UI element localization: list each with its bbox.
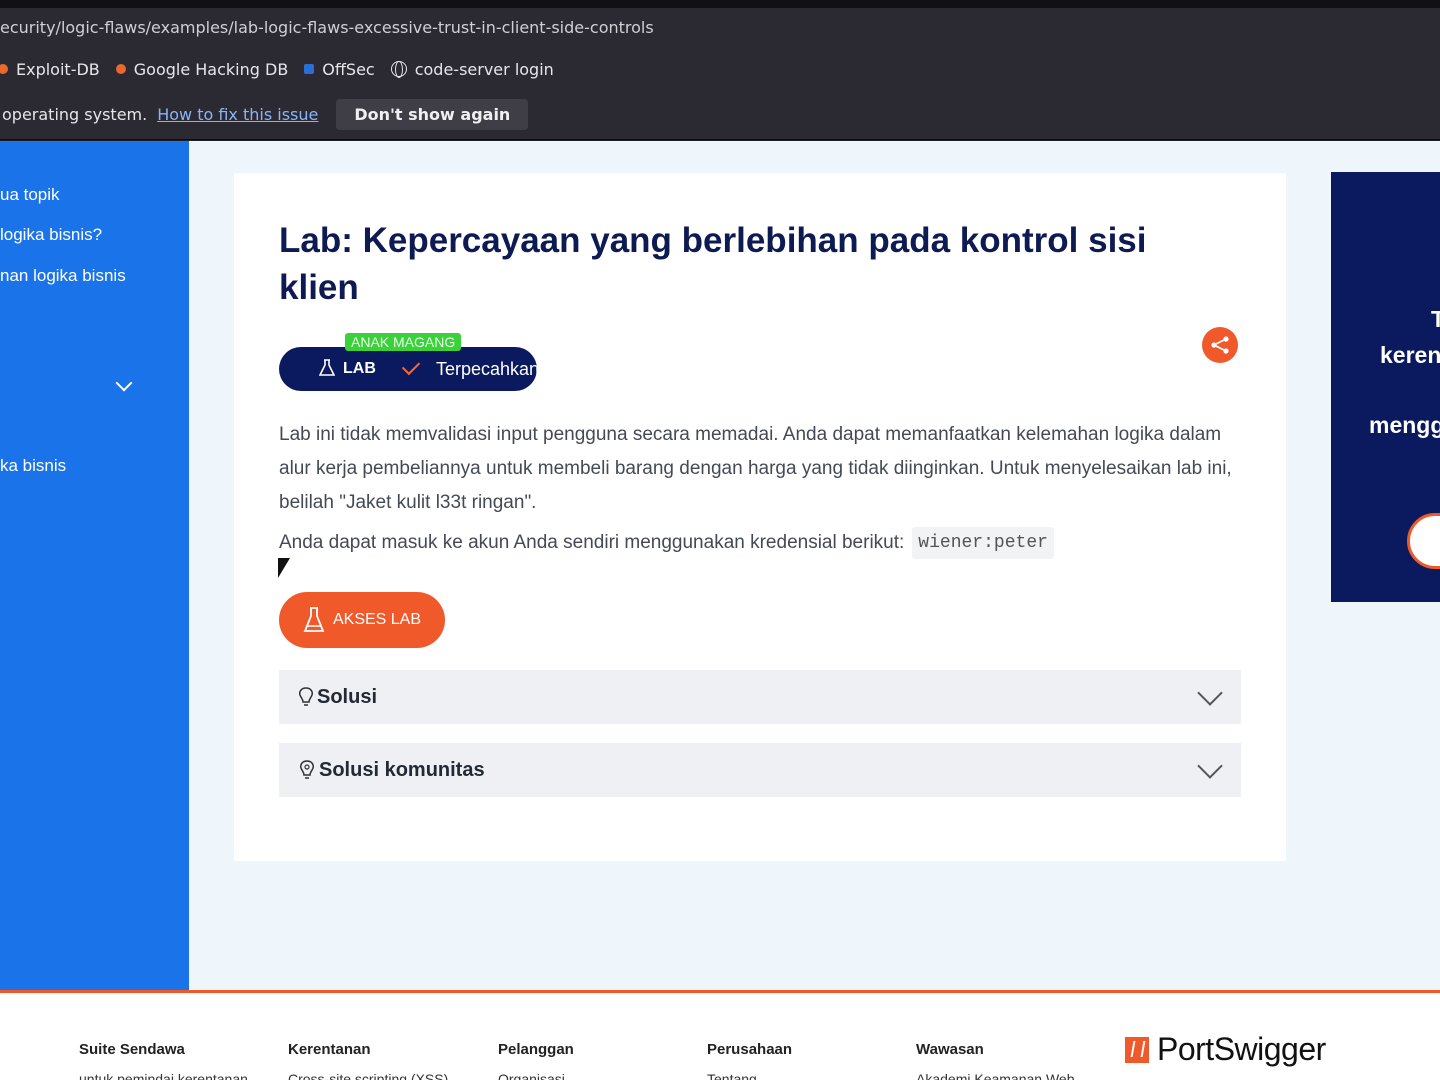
accordion-label: Solusi — [317, 685, 378, 708]
bookmark-exploit-db[interactable]: Exploit-DB — [0, 60, 100, 79]
community-solution-accordion[interactable]: Solusi komunitas — [279, 743, 1241, 797]
page-content: ua topik logika bisnis? nan logika bisni… — [0, 141, 1440, 1080]
lab-description: Lab ini tidak memvalidasi input pengguna… — [279, 424, 1232, 513]
exploit-db-icon — [0, 64, 8, 74]
promo-text: mengg — [1369, 412, 1440, 438]
footer-heading: Pelanggan — [498, 1041, 574, 1058]
footer-link[interactable]: Cross-site scripting (XSS) — [288, 1071, 448, 1080]
footer-link[interactable]: untuk pemindai kerentanan — [79, 1071, 248, 1080]
window-top-edge — [0, 0, 1440, 8]
sidebar: ua topik logika bisnis? nan logika bisni… — [0, 141, 189, 991]
solved-status: Terpecahkan — [436, 359, 537, 379]
ghdb-icon — [115, 64, 126, 74]
bookmark-label: OffSec — [322, 59, 375, 79]
mouse-cursor-icon — [278, 558, 290, 578]
credentials-line: Anda dapat masuk ke akun Anda sendiri me… — [279, 527, 1054, 559]
sidebar-item-what-is-logic[interactable]: logika bisnis? — [0, 225, 102, 245]
page-title: Lab: Kepercayaan yang berlebihan pada ko… — [279, 221, 1147, 307]
sidebar-item-all-topics[interactable]: ua topik — [0, 185, 60, 205]
check-icon — [401, 356, 421, 376]
bookmark-label: Google Hacking DB — [133, 59, 289, 79]
credentials-code: wiener:peter — [912, 527, 1054, 559]
address-bar[interactable]: ecurity/logic-flaws/examples/lab-logic-f… — [0, 8, 1440, 48]
promo-button[interactable] — [1407, 513, 1440, 569]
sidebar-item-logic-flaws[interactable]: nan logika bisnis — [0, 266, 126, 286]
footer-heading: Kerentanan — [288, 1041, 371, 1058]
lightbulb-icon — [299, 687, 313, 706]
footer: Suite Sendawa untuk pemindai kerentanan … — [0, 990, 1440, 1080]
bookmark-google-hacking-db[interactable]: Google Hacking DB — [115, 59, 289, 79]
sidebar-item-business-logic[interactable]: ka bisnis — [0, 456, 66, 476]
bookmarks-bar: Exploit-DB Google Hacking DB OffSec code… — [0, 48, 1440, 90]
footer-heading: Perusahaan — [707, 1041, 793, 1058]
promo-banner[interactable]: T keren mengg — [1331, 172, 1440, 602]
portswigger-logo[interactable]: PortSwigger — [1125, 1031, 1326, 1068]
how-to-fix-link[interactable]: How to fix this issue — [157, 105, 318, 124]
promo-text: T — [1431, 306, 1440, 332]
lab-status-badge: LAB Terpecahkan — [279, 347, 537, 391]
share-icon — [1211, 336, 1229, 354]
lab-card: Lab: Kepercayaan yang berlebihan pada ko… — [234, 173, 1286, 861]
globe-icon — [390, 61, 407, 78]
flask-icon — [303, 607, 325, 632]
bookmark-label: code-server login — [414, 59, 554, 79]
offsec-icon — [304, 64, 315, 74]
bookmark-label: Exploit-DB — [16, 59, 100, 79]
footer-heading: Wawasan — [916, 1041, 984, 1058]
footer-heading: Suite Sendawa — [79, 1041, 185, 1058]
bookmark-code-server[interactable]: code-server login — [390, 59, 554, 79]
logo-text: PortSwigger — [1157, 1031, 1326, 1067]
footer-link[interactable]: Akademi Keamanan Web — [916, 1071, 1075, 1080]
notification-message: operating system. — [2, 105, 148, 124]
share-button[interactable] — [1202, 327, 1238, 363]
footer-link[interactable]: Organisasi — [498, 1071, 565, 1080]
level-tag: ANAK MAGANG — [345, 333, 462, 351]
chevron-down-icon — [1197, 753, 1223, 779]
lab-label: LAB — [343, 360, 376, 377]
chevron-down-icon[interactable] — [115, 374, 133, 392]
accordion-label: Solusi komunitas — [319, 758, 485, 781]
lightbulb-icon — [300, 760, 314, 779]
portswigger-logo-icon — [1125, 1036, 1149, 1063]
flask-icon — [319, 359, 335, 376]
access-lab-label: AKSES LAB — [332, 611, 422, 628]
solution-accordion[interactable]: Solusi — [279, 670, 1241, 724]
promo-text: keren — [1380, 342, 1440, 368]
notification-bar: operating system. How to fix this issue … — [0, 90, 1440, 140]
footer-link[interactable]: Tentang — [707, 1071, 757, 1080]
access-lab-button[interactable]: AKSES LAB — [279, 592, 445, 648]
bookmark-offsec[interactable]: OffSec — [304, 59, 375, 79]
chevron-down-icon — [1197, 680, 1223, 706]
credentials-text: Anda dapat masuk ke akun Anda sendiri me… — [279, 532, 905, 553]
dont-show-again-button[interactable]: Don't show again — [336, 99, 529, 130]
